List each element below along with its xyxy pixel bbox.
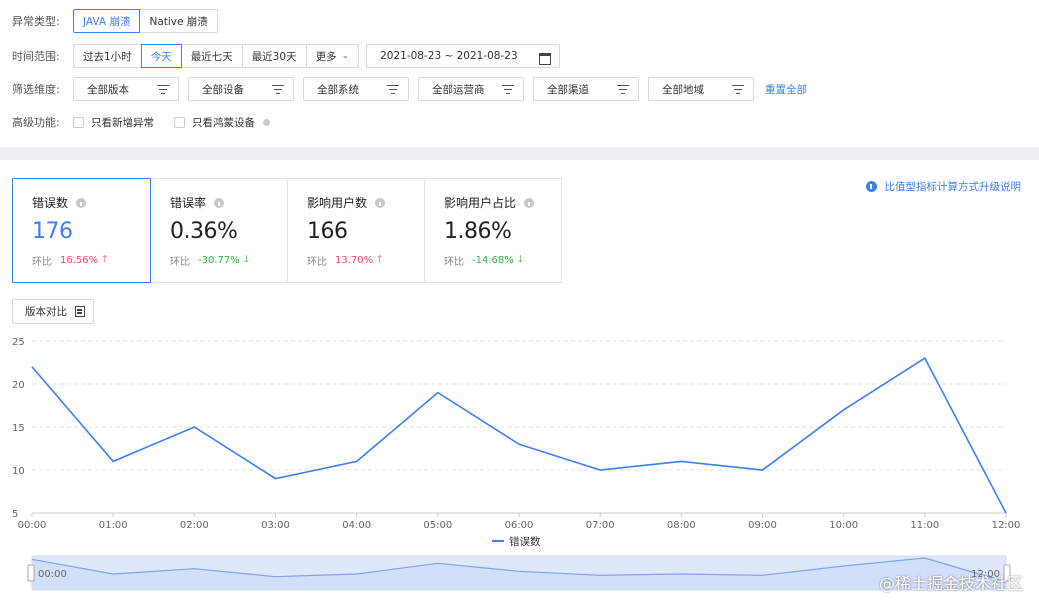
- x-tick-label: 10:00: [829, 520, 858, 531]
- y-tick-label: 25: [12, 337, 25, 348]
- x-tick-label: 01:00: [99, 520, 128, 531]
- x-tick-label: 04:00: [342, 520, 371, 531]
- x-tick-label: 12:00: [992, 520, 1021, 531]
- x-tick-label: 03:00: [261, 520, 290, 531]
- x-tick-label: 05:00: [423, 520, 452, 531]
- error-count-chart: 5 10 15 20 25 00:00 01:00 02:00 03:00 04:00 05:00 0…: [12, 337, 1021, 591]
- info-icon[interactable]: [76, 197, 87, 208]
- legend-label: 错误数: [509, 535, 541, 548]
- x-tick-label: 09:00: [748, 520, 777, 531]
- metric-card-errors[interactable]: 错误数 176 环比 16.56% 🡑: [12, 178, 151, 283]
- arrow-up-icon: 🡑: [102, 254, 108, 265]
- x-tick-label: 07:00: [586, 520, 615, 531]
- x-tick-label: 11:00: [910, 520, 939, 531]
- series-line-errors: [31, 357, 1007, 514]
- metric-title: 错误数: [32, 196, 69, 210]
- metric-change: 16.56%: [60, 255, 99, 266]
- y-tick-label: 10: [12, 466, 25, 477]
- x-tick-label: 02:00: [180, 520, 209, 531]
- zoom-handle-left[interactable]: [27, 564, 35, 582]
- time-today-button[interactable]: 今天: [140, 44, 182, 68]
- y-tick-label: 20: [12, 380, 25, 391]
- y-tick-label: 15: [12, 423, 25, 434]
- y-tick-label: 5: [12, 509, 18, 520]
- watermark: @稀土掘金技术社区: [878, 574, 1023, 593]
- metric-compare-label: 环比: [32, 257, 52, 268]
- x-tick-label: 06:00: [505, 520, 534, 531]
- x-tick-label: 00:00: [18, 520, 47, 531]
- zoom-start-label: 00:00: [38, 569, 67, 580]
- java-crash-tab[interactable]: JAVA 崩溃: [73, 9, 141, 33]
- x-tick-label: 08:00: [667, 520, 696, 531]
- metric-value: 176: [32, 219, 73, 244]
